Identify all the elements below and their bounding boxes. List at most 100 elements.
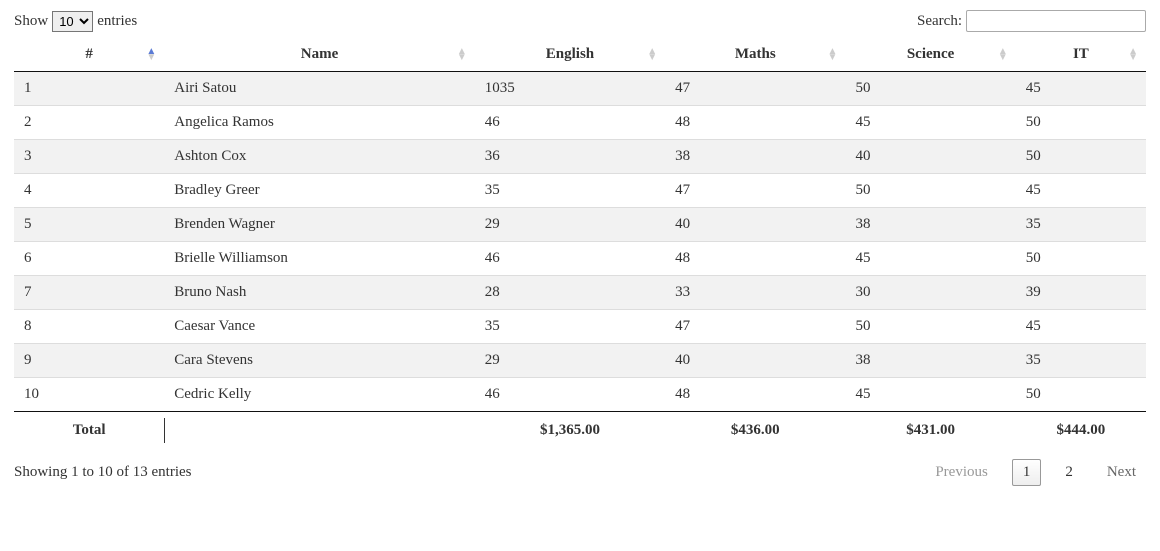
cell-index: 1 <box>14 72 164 106</box>
table-row: 6Brielle Williamson46484550 <box>14 242 1146 276</box>
cell-english: 35 <box>475 174 665 208</box>
col-header-maths-label: Maths <box>735 46 776 62</box>
table-row: 9Cara Stevens29403835 <box>14 344 1146 378</box>
cell-it: 50 <box>1016 140 1146 174</box>
footer-total-label: Total <box>14 412 164 450</box>
table-header-row: # ▲▼ Name ▲▼ English ▲▼ Maths ▲▼ Science… <box>14 38 1146 72</box>
cell-maths: 48 <box>665 242 845 276</box>
table-row: 4Bradley Greer35475045 <box>14 174 1146 208</box>
cell-english: 29 <box>475 344 665 378</box>
paginate-previous[interactable]: Previous <box>925 460 998 485</box>
cell-maths: 40 <box>665 344 845 378</box>
table-row: 10Cedric Kelly46484550 <box>14 378 1146 412</box>
cell-science: 50 <box>845 72 1015 106</box>
page-length-select[interactable]: 10 <box>52 11 93 32</box>
cell-science: 45 <box>845 106 1015 140</box>
col-header-index-label: # <box>85 46 93 62</box>
col-header-science[interactable]: Science ▲▼ <box>845 38 1015 72</box>
cell-index: 5 <box>14 208 164 242</box>
cell-name: Angelica Ramos <box>164 106 475 140</box>
cell-science: 38 <box>845 344 1015 378</box>
length-control: Show 10 entries <box>14 11 137 32</box>
paginate-next[interactable]: Next <box>1097 460 1146 485</box>
sort-icon: ▲▼ <box>647 49 657 61</box>
cell-it: 35 <box>1016 208 1146 242</box>
cell-science: 30 <box>845 276 1015 310</box>
cell-maths: 47 <box>665 310 845 344</box>
length-prefix: Show <box>14 13 48 30</box>
table-info: Showing 1 to 10 of 13 entries <box>14 464 192 481</box>
cell-english: 1035 <box>475 72 665 106</box>
cell-maths: 47 <box>665 72 845 106</box>
footer-blank <box>164 412 475 450</box>
cell-name: Bruno Nash <box>164 276 475 310</box>
col-header-english-label: English <box>546 46 594 62</box>
cell-english: 28 <box>475 276 665 310</box>
cell-science: 40 <box>845 140 1015 174</box>
cell-maths: 33 <box>665 276 845 310</box>
table-row: 2Angelica Ramos46484550 <box>14 106 1146 140</box>
col-header-it[interactable]: IT ▲▼ <box>1016 38 1146 72</box>
search-label: Search: <box>917 13 962 30</box>
sort-icon: ▲▼ <box>998 49 1008 61</box>
cell-maths: 38 <box>665 140 845 174</box>
cell-it: 50 <box>1016 378 1146 412</box>
cell-maths: 48 <box>665 106 845 140</box>
cell-index: 9 <box>14 344 164 378</box>
cell-name: Cedric Kelly <box>164 378 475 412</box>
pagination: Previous 1 2 Next <box>925 459 1146 486</box>
table-row: 5Brenden Wagner29403835 <box>14 208 1146 242</box>
sort-icon: ▲▼ <box>457 49 467 61</box>
cell-index: 6 <box>14 242 164 276</box>
col-header-name[interactable]: Name ▲▼ <box>164 38 475 72</box>
col-header-maths[interactable]: Maths ▲▼ <box>665 38 845 72</box>
sort-icon: ▲▼ <box>1128 49 1138 61</box>
cell-name: Airi Satou <box>164 72 475 106</box>
cell-it: 39 <box>1016 276 1146 310</box>
search-input[interactable] <box>966 10 1146 32</box>
sort-icon: ▲▼ <box>828 49 838 61</box>
cell-index: 4 <box>14 174 164 208</box>
footer-maths-total: $436.00 <box>665 412 845 450</box>
cell-science: 45 <box>845 242 1015 276</box>
cell-science: 45 <box>845 378 1015 412</box>
col-header-name-label: Name <box>301 46 339 62</box>
paginate-page-1[interactable]: 1 <box>1012 459 1042 486</box>
cell-english: 35 <box>475 310 665 344</box>
table-row: 3Ashton Cox36384050 <box>14 140 1146 174</box>
paginate-page-2[interactable]: 2 <box>1055 460 1083 485</box>
cell-english: 29 <box>475 208 665 242</box>
cell-maths: 40 <box>665 208 845 242</box>
col-header-index[interactable]: # ▲▼ <box>14 38 164 72</box>
cell-index: 3 <box>14 140 164 174</box>
cell-science: 38 <box>845 208 1015 242</box>
cell-it: 45 <box>1016 310 1146 344</box>
cell-maths: 48 <box>665 378 845 412</box>
cell-index: 8 <box>14 310 164 344</box>
col-header-it-label: IT <box>1073 46 1089 62</box>
table-footer-row: Total $1,365.00 $436.00 $431.00 $444.00 <box>14 412 1146 450</box>
cell-name: Brenden Wagner <box>164 208 475 242</box>
cell-english: 46 <box>475 106 665 140</box>
cell-it: 45 <box>1016 174 1146 208</box>
cell-it: 50 <box>1016 242 1146 276</box>
sort-icon: ▲▼ <box>146 49 156 61</box>
cell-index: 7 <box>14 276 164 310</box>
cell-it: 35 <box>1016 344 1146 378</box>
data-table: # ▲▼ Name ▲▼ English ▲▼ Maths ▲▼ Science… <box>14 38 1146 449</box>
footer-it-total: $444.00 <box>1016 412 1146 450</box>
table-row: 8Caesar Vance35475045 <box>14 310 1146 344</box>
cell-science: 50 <box>845 174 1015 208</box>
cell-science: 50 <box>845 310 1015 344</box>
cell-index: 10 <box>14 378 164 412</box>
search-control: Search: <box>917 10 1146 32</box>
cell-name: Bradley Greer <box>164 174 475 208</box>
col-header-english[interactable]: English ▲▼ <box>475 38 665 72</box>
col-header-science-label: Science <box>907 46 954 62</box>
length-suffix: entries <box>97 13 137 30</box>
cell-english: 46 <box>475 242 665 276</box>
table-row: 1Airi Satou1035475045 <box>14 72 1146 106</box>
cell-it: 50 <box>1016 106 1146 140</box>
cell-name: Ashton Cox <box>164 140 475 174</box>
cell-english: 46 <box>475 378 665 412</box>
